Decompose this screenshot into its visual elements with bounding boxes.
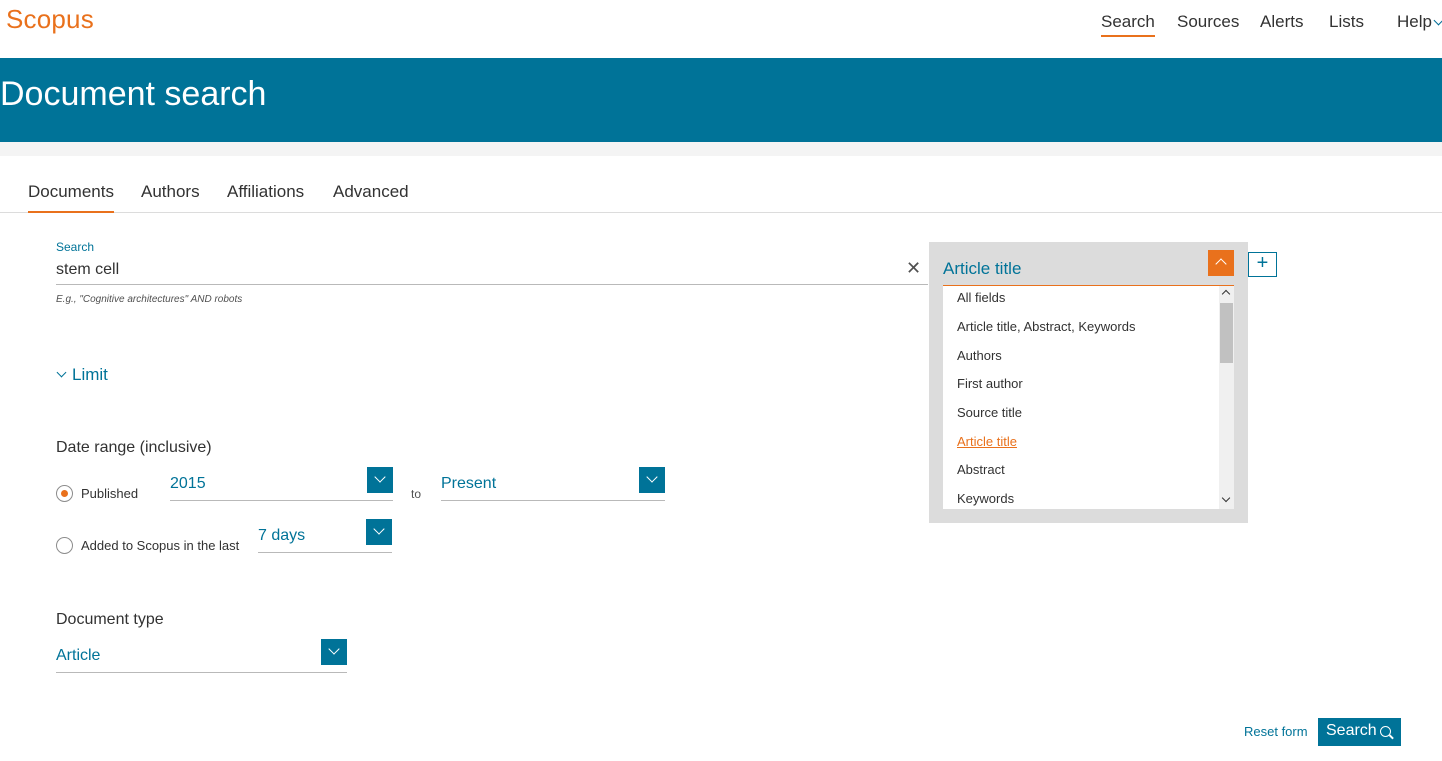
page-title: Document search xyxy=(0,75,267,113)
chevron-up-icon xyxy=(1215,258,1227,270)
search-field-dropdown: Article title All fields Article title, … xyxy=(929,242,1248,523)
field-selected-value: Article title xyxy=(943,259,1022,278)
chevron-down-icon xyxy=(1433,15,1442,26)
field-option[interactable]: Keywords xyxy=(957,491,1014,506)
added-period-dropdown-button[interactable] xyxy=(366,519,392,545)
field-option[interactable]: First author xyxy=(957,376,1023,391)
field-option-selected[interactable]: Article title xyxy=(957,434,1017,449)
chevron-down-icon xyxy=(56,367,67,378)
page-banner: Document search xyxy=(0,58,1442,142)
close-icon[interactable]: ✕ xyxy=(906,258,921,279)
from-year-dropdown-button[interactable] xyxy=(367,467,393,493)
chevron-down-icon xyxy=(373,523,385,535)
scroll-down-icon[interactable] xyxy=(1221,493,1231,503)
nav-sources[interactable]: Sources xyxy=(1177,12,1239,35)
divider-strip xyxy=(0,142,1442,156)
field-toggle-button[interactable] xyxy=(1208,250,1234,276)
options-scrollbar[interactable] xyxy=(1219,286,1234,509)
to-year-select[interactable]: Present xyxy=(441,467,665,501)
reset-form-link[interactable]: Reset form xyxy=(1244,724,1308,739)
from-year-value: 2015 xyxy=(170,475,206,492)
search-label: Search xyxy=(56,240,95,254)
to-year-value: Present xyxy=(441,475,497,492)
field-option[interactable]: Article title, Abstract, Keywords xyxy=(957,319,1135,334)
scrollbar-thumb[interactable] xyxy=(1220,303,1233,363)
search-example-hint: E.g., "Cognitive architectures" AND robo… xyxy=(56,294,243,305)
field-options-list: All fields Article title, Abstract, Keyw… xyxy=(943,286,1234,509)
field-option[interactable]: Source title xyxy=(957,405,1022,420)
added-to-scopus-radio[interactable] xyxy=(56,537,73,554)
search-icon xyxy=(1380,726,1391,737)
added-period-value: 7 days xyxy=(258,527,306,544)
limit-toggle[interactable]: Limit xyxy=(56,365,108,385)
chevron-down-icon xyxy=(646,471,658,483)
document-type-heading: Document type xyxy=(56,611,164,628)
scroll-up-icon[interactable] xyxy=(1221,289,1231,299)
to-label: to xyxy=(411,487,422,501)
top-navigation: Search Sources Alerts Lists Help xyxy=(0,12,1442,42)
nav-search[interactable]: Search xyxy=(1101,12,1155,37)
top-bar: Scopus Search Sources Alerts Lists Help xyxy=(0,0,1442,58)
document-type-value: Article xyxy=(56,647,101,664)
search-button[interactable]: Search xyxy=(1318,718,1401,746)
nav-lists[interactable]: Lists xyxy=(1329,12,1364,35)
search-field-row: ✕ xyxy=(56,256,928,285)
tab-affiliations[interactable]: Affiliations xyxy=(227,182,304,211)
field-option[interactable]: Abstract xyxy=(957,462,1005,477)
added-period-select[interactable]: 7 days xyxy=(258,519,392,553)
limit-label: Limit xyxy=(72,365,108,384)
field-select[interactable]: Article title xyxy=(943,250,1234,286)
document-type-select[interactable]: Article xyxy=(56,639,347,673)
search-tabs: Documents Authors Affiliations Advanced xyxy=(0,170,1442,213)
published-label: Published xyxy=(81,486,139,501)
to-year-dropdown-button[interactable] xyxy=(639,467,665,493)
tab-documents[interactable]: Documents xyxy=(28,182,114,213)
field-option[interactable]: Authors xyxy=(957,348,1002,363)
from-year-select[interactable]: 2015 xyxy=(170,467,393,501)
nav-alerts[interactable]: Alerts xyxy=(1260,12,1303,35)
search-button-label: Search xyxy=(1326,722,1377,739)
nav-help-label: Help xyxy=(1397,12,1432,31)
chevron-down-icon xyxy=(328,643,340,655)
added-to-scopus-label: Added to Scopus in the last xyxy=(81,538,240,553)
chevron-down-icon xyxy=(374,471,386,483)
date-range-heading: Date range (inclusive) xyxy=(56,439,212,456)
document-type-dropdown-button[interactable] xyxy=(321,639,347,665)
field-option[interactable]: All fields xyxy=(957,290,1005,305)
tab-advanced[interactable]: Advanced xyxy=(333,182,409,211)
published-radio[interactable] xyxy=(56,485,73,502)
tab-authors[interactable]: Authors xyxy=(141,182,200,211)
search-input[interactable] xyxy=(56,258,896,282)
nav-help[interactable]: Help xyxy=(1397,12,1442,35)
add-search-field-button[interactable]: + xyxy=(1248,252,1277,277)
